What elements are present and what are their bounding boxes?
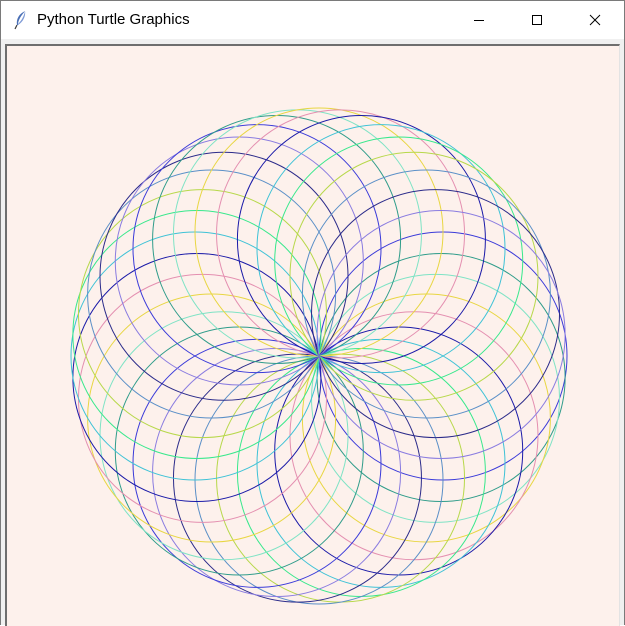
turtle-canvas[interactable] [3, 46, 619, 626]
title-bar[interactable]: Python Turtle Graphics [1, 1, 624, 39]
maximize-button[interactable] [508, 1, 566, 39]
feather-icon [13, 10, 29, 30]
close-button[interactable] [566, 1, 624, 39]
minimize-icon [474, 20, 484, 21]
minimize-button[interactable] [450, 1, 508, 39]
close-icon [589, 14, 601, 26]
turtle-window: Python Turtle Graphics [0, 0, 625, 626]
window-title: Python Turtle Graphics [37, 11, 190, 28]
maximize-icon [532, 15, 542, 25]
